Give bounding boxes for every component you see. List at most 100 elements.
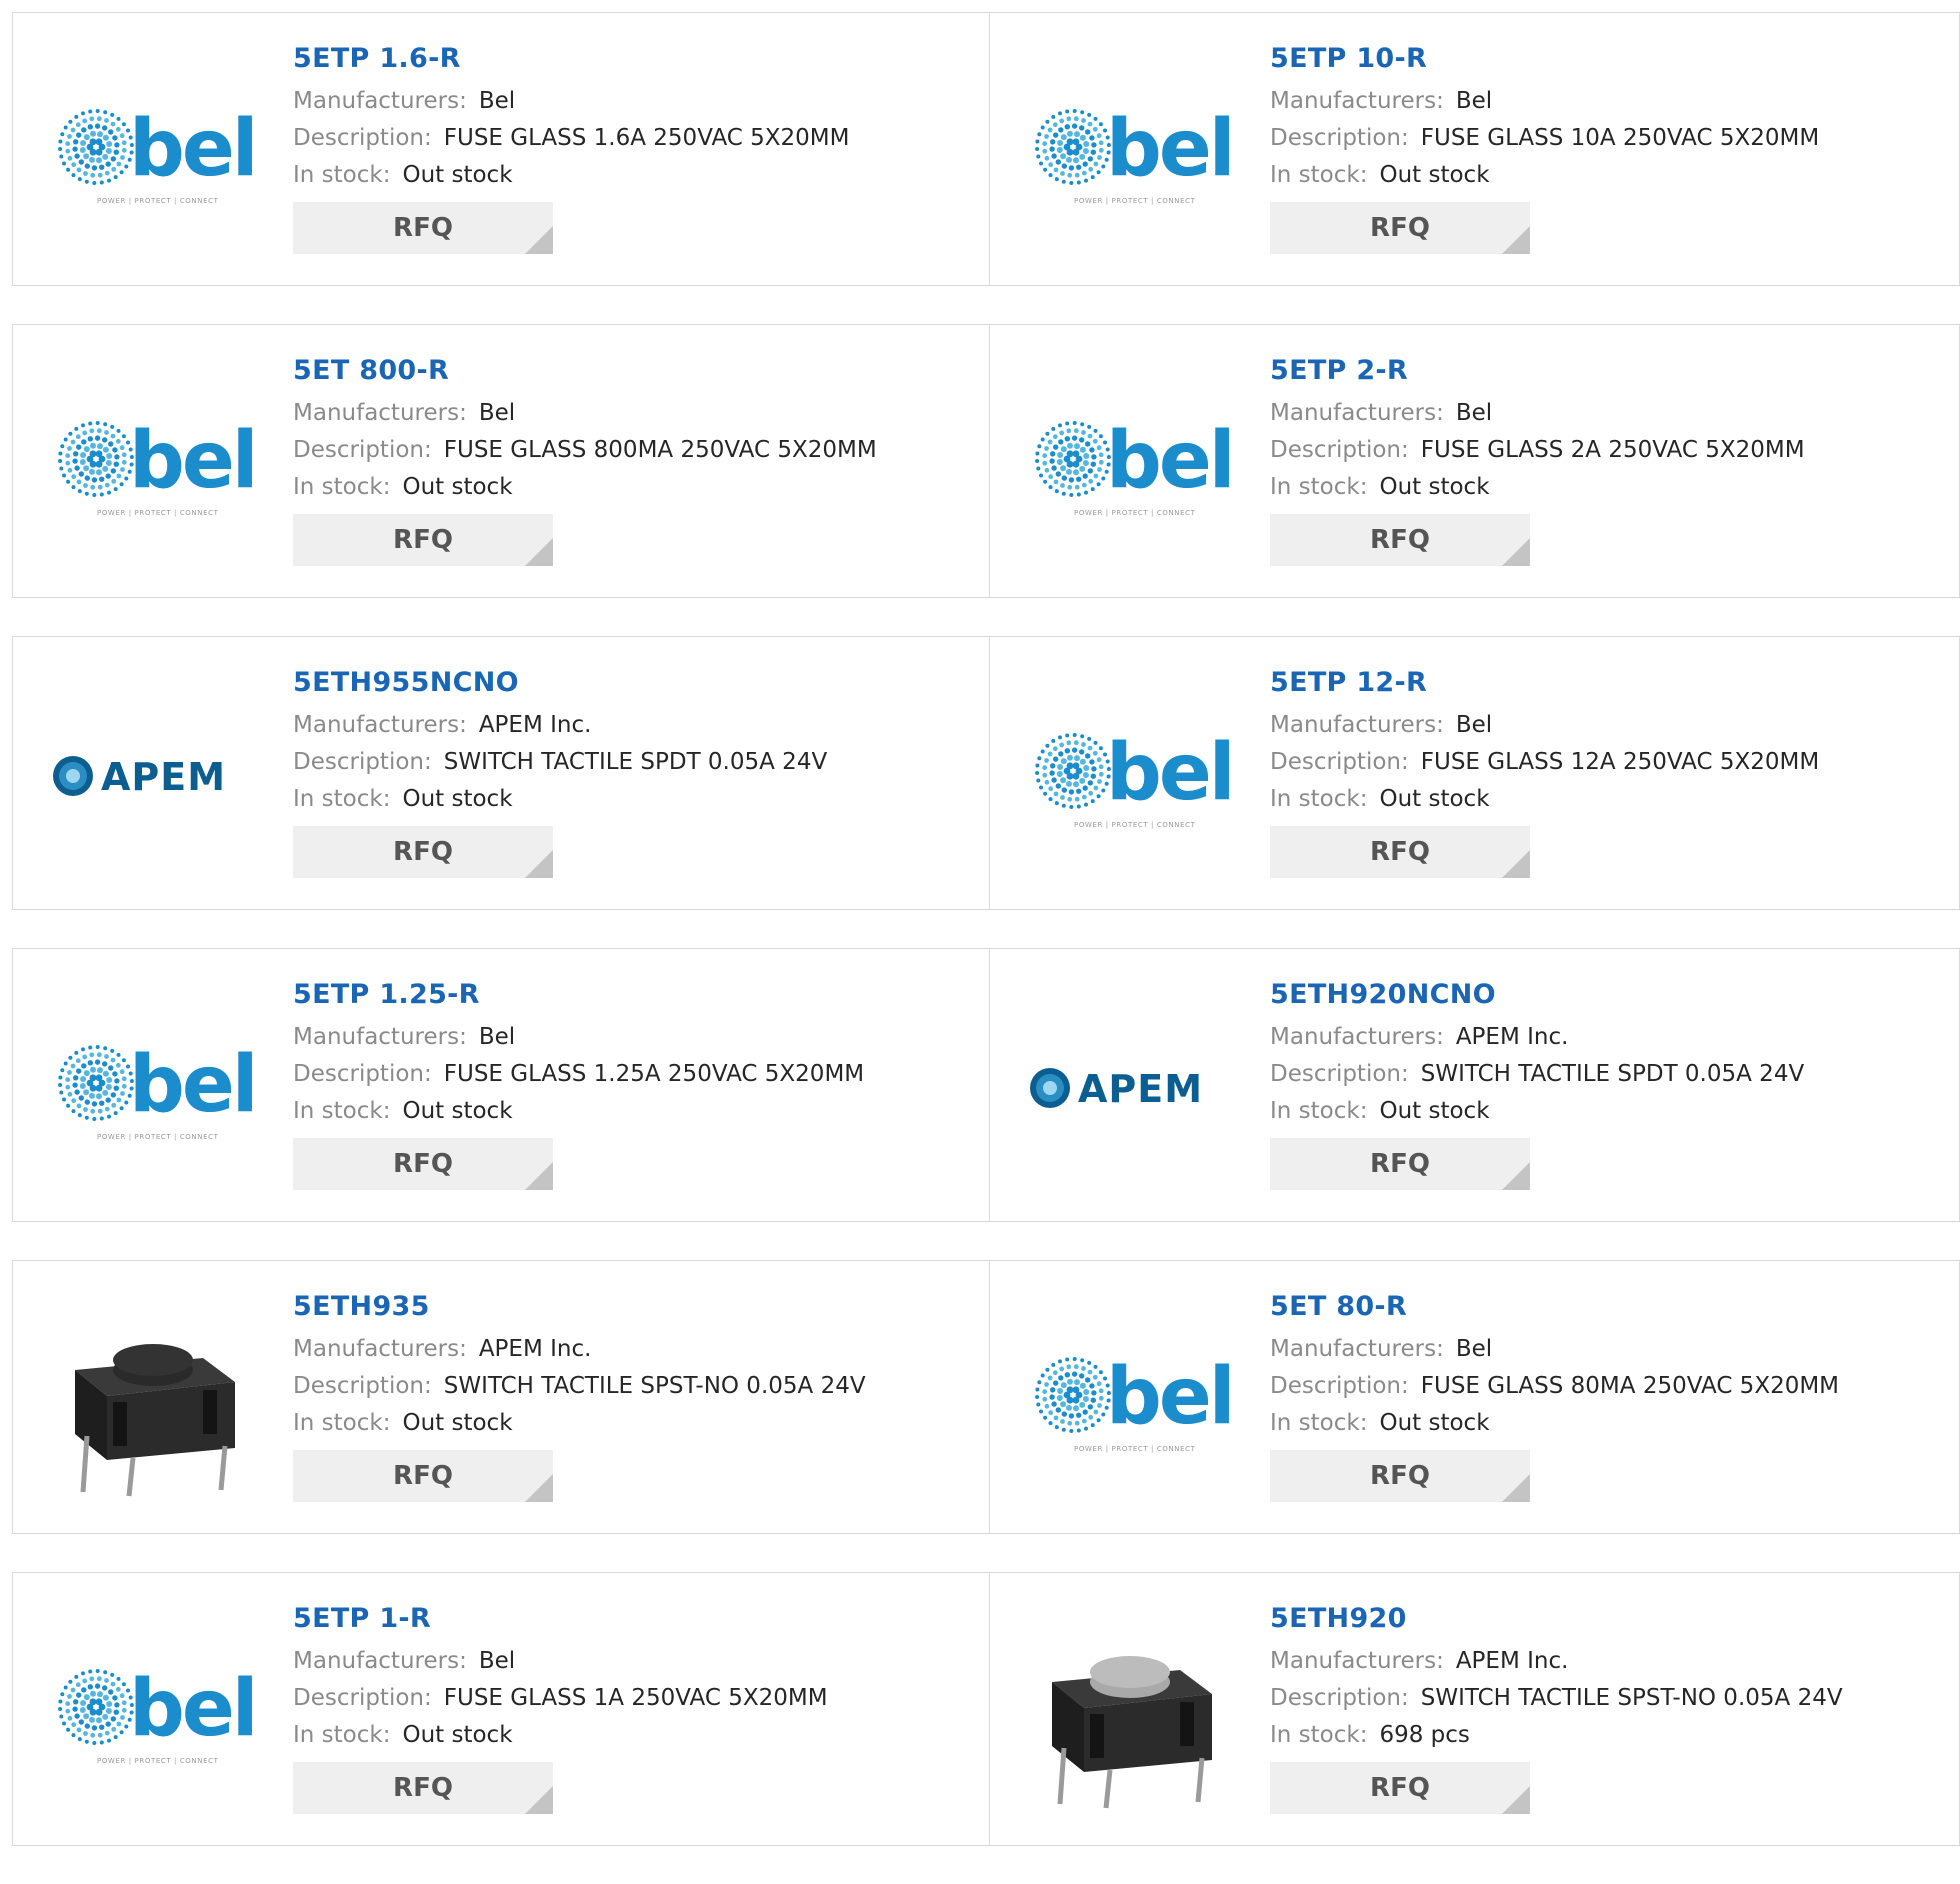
corner-triangle-icon <box>1502 538 1530 566</box>
stock-value: Out stock <box>402 162 513 188</box>
apem-logo-image[interactable]: APEM <box>1028 1029 1232 1147</box>
manufacturer-line: Manufacturers: Bel <box>1270 707 1819 744</box>
product-info: 5ETH920 Manufacturers: APEM Inc. Descript… <box>1270 1603 1843 1814</box>
stock-value: Out stock <box>402 1098 513 1124</box>
product-grid: bel POWER | PROTECT | CONNECT 5ETP 1.6-R… <box>12 12 1960 1884</box>
stock-line: In stock: Out stock <box>1270 1405 1839 1442</box>
bel-logo-image[interactable]: bel POWER | PROTECT | CONNECT <box>1028 405 1232 523</box>
description-label: Description: <box>1270 125 1409 151</box>
manufacturer-line: Manufacturers: APEM Inc. <box>293 1331 866 1368</box>
rfq-button-label: RFQ <box>393 213 453 243</box>
bel-logo-image[interactable]: bel POWER | PROTECT | CONNECT <box>51 405 255 523</box>
description-value: FUSE GLASS 10A 250VAC 5X20MM <box>1420 125 1820 151</box>
rfq-button[interactable]: RFQ <box>1270 514 1530 566</box>
description-line: Description: FUSE GLASS 12A 250VAC 5X20MM <box>1270 744 1819 781</box>
description-line: Description: FUSE GLASS 80MA 250VAC 5X20M… <box>1270 1368 1839 1405</box>
rfq-button[interactable]: RFQ <box>1270 1450 1530 1502</box>
stock-label: In stock: <box>1270 474 1368 500</box>
description-line: Description: FUSE GLASS 2A 250VAC 5X20MM <box>1270 432 1805 469</box>
apem-logo-image[interactable]: APEM <box>51 717 255 835</box>
bel-logo-image[interactable]: bel POWER | PROTECT | CONNECT <box>51 93 255 211</box>
rfq-button[interactable]: RFQ <box>1270 1762 1530 1814</box>
product-info: 5ETP 1-R Manufacturers: Bel Description: F… <box>293 1603 828 1814</box>
manufacturer-value: APEM Inc. <box>1455 1648 1569 1674</box>
stock-label: In stock: <box>1270 786 1368 812</box>
product-info: 5ETP 10-R Manufacturers: Bel Description:… <box>1270 43 1819 254</box>
product-info: 5ETP 2-R Manufacturers: Bel Description: F… <box>1270 355 1805 566</box>
svg-text:POWER | PROTECT | CONNECT: POWER | PROTECT | CONNECT <box>1074 197 1196 205</box>
manufacturer-value: APEM Inc. <box>478 1336 592 1362</box>
manufacturer-label: Manufacturers: <box>293 400 467 426</box>
rfq-button[interactable]: RFQ <box>1270 202 1530 254</box>
manufacturer-value: Bel <box>1455 400 1493 426</box>
product-card: bel POWER | PROTECT | CONNECT 5ETP 10-R … <box>990 12 1960 286</box>
bel-logo-image[interactable]: bel POWER | PROTECT | CONNECT <box>1028 1341 1232 1459</box>
description-label: Description: <box>293 749 432 775</box>
corner-triangle-icon <box>525 538 553 566</box>
part-number-link[interactable]: 5ETP 1.25-R <box>293 979 864 1019</box>
manufacturer-label: Manufacturers: <box>293 1024 467 1050</box>
manufacturer-value: Bel <box>1455 88 1493 114</box>
rfq-button[interactable]: RFQ <box>293 1762 553 1814</box>
stock-label: In stock: <box>1270 1410 1368 1436</box>
part-number-link[interactable]: 5ET 800-R <box>293 355 877 395</box>
description-line: Description: SWITCH TACTILE SPST-NO 0.05A… <box>293 1368 866 1405</box>
product-photo[interactable] <box>1028 1653 1232 1809</box>
rfq-button[interactable]: RFQ <box>1270 826 1530 878</box>
product-card: 5ETH935 Manufacturers: APEM Inc. Descript… <box>12 1260 990 1534</box>
rfq-button[interactable]: RFQ <box>293 202 553 254</box>
bel-logo-image[interactable]: bel POWER | PROTECT | CONNECT <box>51 1653 255 1771</box>
description-label: Description: <box>1270 1685 1409 1711</box>
manufacturer-value: APEM Inc. <box>1455 1024 1569 1050</box>
manufacturer-value: Bel <box>478 1024 516 1050</box>
bel-logo-image[interactable]: bel POWER | PROTECT | CONNECT <box>51 1029 255 1147</box>
corner-triangle-icon <box>525 1786 553 1814</box>
corner-triangle-icon <box>1502 1786 1530 1814</box>
rfq-button[interactable]: RFQ <box>1270 1138 1530 1190</box>
description-value: FUSE GLASS 1A 250VAC 5X20MM <box>443 1685 828 1711</box>
part-number-link[interactable]: 5ETH920 <box>1270 1603 1843 1643</box>
stock-label: In stock: <box>293 1410 391 1436</box>
rfq-button-label: RFQ <box>393 1773 453 1803</box>
description-label: Description: <box>293 1061 432 1087</box>
product-photo[interactable] <box>51 1341 255 1497</box>
manufacturer-value: Bel <box>1455 712 1493 738</box>
rfq-button[interactable]: RFQ <box>293 514 553 566</box>
product-card: bel POWER | PROTECT | CONNECT 5ETP 1.6-R… <box>12 12 990 286</box>
rfq-button[interactable]: RFQ <box>293 1450 553 1502</box>
bel-logo-image[interactable]: bel POWER | PROTECT | CONNECT <box>1028 93 1232 211</box>
stock-value: Out stock <box>1379 474 1490 500</box>
manufacturer-line: Manufacturers: Bel <box>293 395 877 432</box>
description-label: Description: <box>293 1373 432 1399</box>
rfq-button[interactable]: RFQ <box>293 1138 553 1190</box>
part-number-link[interactable]: 5ETP 1-R <box>293 1603 828 1643</box>
part-number-link[interactable]: 5ET 80-R <box>1270 1291 1839 1331</box>
stock-label: In stock: <box>293 162 391 188</box>
product-info: 5ETP 12-R Manufacturers: Bel Description:… <box>1270 667 1819 878</box>
part-number-link[interactable]: 5ETH935 <box>293 1291 866 1331</box>
product-info: 5ETH935 Manufacturers: APEM Inc. Descript… <box>293 1291 866 1502</box>
description-label: Description: <box>1270 437 1409 463</box>
part-number-link[interactable]: 5ETH955NCNO <box>293 667 827 707</box>
part-number-link[interactable]: 5ETP 10-R <box>1270 43 1819 83</box>
stock-label: In stock: <box>1270 162 1368 188</box>
corner-triangle-icon <box>1502 850 1530 878</box>
manufacturer-label: Manufacturers: <box>1270 712 1444 738</box>
corner-triangle-icon <box>525 1474 553 1502</box>
stock-value: Out stock <box>402 1722 513 1748</box>
product-card: bel POWER | PROTECT | CONNECT 5ET 80-R M… <box>990 1260 1960 1534</box>
stock-line: In stock: Out stock <box>1270 1093 1804 1130</box>
part-number-link[interactable]: 5ETH920NCNO <box>1270 979 1804 1019</box>
bel-logo-image[interactable]: bel POWER | PROTECT | CONNECT <box>1028 717 1232 835</box>
part-number-link[interactable]: 5ETP 1.6-R <box>293 43 850 83</box>
description-line: Description: SWITCH TACTILE SPDT 0.05A 24… <box>1270 1056 1804 1093</box>
corner-triangle-icon <box>1502 1474 1530 1502</box>
part-number-link[interactable]: 5ETP 2-R <box>1270 355 1805 395</box>
product-row: 5ETH935 Manufacturers: APEM Inc. Descript… <box>12 1260 1960 1534</box>
stock-line: In stock: Out stock <box>293 469 877 506</box>
part-number-link[interactable]: 5ETP 12-R <box>1270 667 1819 707</box>
rfq-button[interactable]: RFQ <box>293 826 553 878</box>
product-row: bel POWER | PROTECT | CONNECT 5ETP 1.6-R… <box>12 12 1960 286</box>
rfq-button-label: RFQ <box>1370 1773 1430 1803</box>
corner-triangle-icon <box>525 226 553 254</box>
